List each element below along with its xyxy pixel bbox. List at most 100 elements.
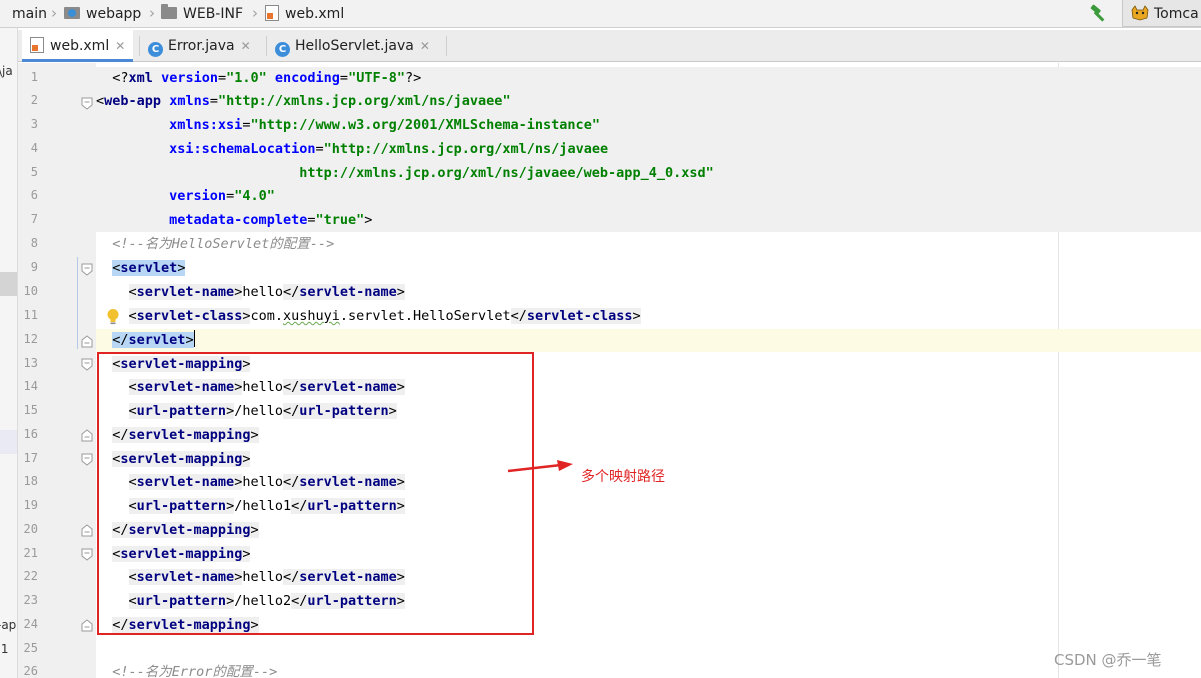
xml-bracket: </ <box>510 308 527 324</box>
xml-tag: servlet <box>128 332 186 348</box>
code-line-9[interactable]: <servlet> <box>96 257 186 280</box>
code-line-5[interactable]: http://xmlns.jcp.org/xml/ns/javaee/web-a… <box>96 162 714 185</box>
breadcrumb-separator: › <box>51 4 57 22</box>
breadcrumb-main[interactable]: main <box>12 3 47 25</box>
xml-tag: servlet-name <box>299 284 397 300</box>
fold-marker-icon[interactable] <box>81 97 93 110</box>
fold-marker-icon[interactable] <box>81 429 93 442</box>
project-tree-selection <box>0 272 17 296</box>
xml-tag: web-app <box>104 93 162 109</box>
code-line-11[interactable]: <servlet-class>com.xushuyi.servlet.Hello… <box>96 305 641 328</box>
xml-tag: servlet-class <box>136 308 243 324</box>
matched-tag-highlight: </servlet> <box>112 332 194 348</box>
annotation-arrow-icon <box>507 460 573 473</box>
close-icon[interactable]: ✕ <box>115 39 125 53</box>
xml-bracket: > <box>396 284 405 300</box>
xml-file-icon <box>265 5 279 21</box>
xml-pi-open: <? <box>112 70 129 86</box>
xml-bracket: < <box>96 93 105 109</box>
xml-value: "http://xmlns.jcp.org/xml/ns/javaee <box>323 141 609 157</box>
fold-marker-icon[interactable] <box>81 619 93 632</box>
code-line-26[interactable]: <!--名为Error的配置--> <box>96 661 277 678</box>
xml-open-tag: <servlet-class> <box>128 308 251 324</box>
xml-attribute: version <box>161 70 218 86</box>
fold-marker-icon[interactable] <box>81 358 93 371</box>
project-tree-fragment: \ja <box>0 64 13 78</box>
code-line-2[interactable]: <web-app xmlns="http://xmlns.jcp.org/xml… <box>96 90 511 113</box>
xml-bracket: </ <box>282 284 300 300</box>
xml-bracket: > <box>177 260 186 276</box>
xml-file-icon <box>30 37 44 53</box>
code-line-12[interactable]: </servlet> <box>96 329 195 352</box>
xml-attribute: version <box>169 188 227 204</box>
line-number: 25 <box>23 641 38 655</box>
xml-bracket: </ <box>112 332 129 348</box>
breadcrumb-web-inf[interactable]: WEB-INF <box>161 3 243 25</box>
xml-open-tag: <servlet-name> <box>128 284 243 300</box>
tab-label: web.xml <box>50 38 110 54</box>
xml-bracket: < <box>128 308 137 324</box>
project-tree-hover <box>0 430 17 454</box>
breadcrumb-web-xml[interactable]: web.xml <box>265 3 344 25</box>
code-line-10[interactable]: <servlet-name>hello</servlet-name> <box>96 281 405 304</box>
xml-tag: servlet-name <box>136 284 235 300</box>
annotation-label: 多个映射路径 <box>581 469 665 485</box>
navigation-bar: main › webapp › WEB-INF › web.xml Tomca <box>0 0 1201 28</box>
breadcrumb-label: WEB-INF <box>183 6 243 22</box>
matched-tag-highlight: <servlet> <box>112 260 186 276</box>
code-line-3[interactable]: xmlns:xsi="http://www.w3.org/2001/XMLSch… <box>96 114 600 137</box>
line-number: 4 <box>30 141 38 155</box>
line-number: 3 <box>30 117 38 131</box>
breadcrumb-webapp[interactable]: webapp <box>64 3 141 25</box>
run-configuration-selector[interactable]: Tomca <box>1122 0 1201 27</box>
line-number: 6 <box>30 188 38 202</box>
project-tree-fragment: .1 <box>0 642 9 656</box>
line-number: 18 <box>23 474 38 488</box>
editor-tab-bar: web.xml ✕ C Error.java ✕ C HelloServlet.java… <box>18 30 1201 62</box>
line-number: 1 <box>30 70 38 84</box>
project-tree-fragment: -ap <box>0 618 17 632</box>
line-number: 9 <box>30 260 38 274</box>
tab-helloservlet-java[interactable]: C HelloServlet.java ✕ <box>275 30 445 62</box>
xml-bracket: > <box>632 308 641 324</box>
code-line-4[interactable]: xsi:schemaLocation="http://xmlns.jcp.org… <box>96 138 608 161</box>
folder-icon <box>161 4 177 19</box>
close-icon[interactable]: ✕ <box>420 39 430 53</box>
code-line-7[interactable]: metadata-complete="true"> <box>96 209 372 232</box>
line-number: 5 <box>30 165 38 179</box>
xml-value: "http://xmlns.jcp.org/xml/ns/javaee" <box>217 93 511 109</box>
xml-bracket: > <box>185 332 194 348</box>
xml-close-tag: </servlet-name> <box>282 284 405 300</box>
tab-error-java[interactable]: C Error.java ✕ <box>148 30 260 62</box>
hammer-icon[interactable] <box>1088 4 1108 24</box>
fold-marker-icon[interactable] <box>81 453 93 466</box>
line-number: 2 <box>30 93 38 107</box>
code-line-1[interactable]: <?xml version="1.0" encoding="UTF-8"?> <box>96 67 421 90</box>
line-number: 11 <box>23 308 38 322</box>
tab-web-xml[interactable]: web.xml ✕ <box>22 30 133 62</box>
xml-attribute: encoding <box>274 70 340 86</box>
breadcrumb-label: webapp <box>86 6 142 22</box>
code-line-6[interactable]: version="4.0" <box>96 185 275 208</box>
xml-tag: servlet <box>120 260 178 276</box>
fold-marker-icon[interactable] <box>81 548 93 561</box>
spelling-warning-text: xushuyi <box>282 308 340 324</box>
current-line-highlight <box>96 329 1201 352</box>
xml-comment: <!--名为Error的配置--> <box>112 664 278 678</box>
code-line-8[interactable]: <!--名为HelloServlet的配置--> <box>96 233 334 256</box>
xml-bracket: > <box>364 212 373 228</box>
web-module-folder-icon <box>64 7 80 19</box>
text-caret <box>193 330 195 347</box>
line-number: 17 <box>23 451 38 465</box>
line-number: 24 <box>23 617 38 631</box>
breadcrumb-separator: › <box>252 4 258 22</box>
line-number: 23 <box>23 593 38 607</box>
line-number: 8 <box>30 236 38 250</box>
fold-marker-icon[interactable] <box>81 335 93 348</box>
close-icon[interactable]: ✕ <box>241 39 251 53</box>
xml-pi-close: ?> <box>404 70 422 86</box>
line-number: 20 <box>23 522 38 536</box>
fold-marker-icon[interactable] <box>81 524 93 537</box>
xml-tag: servlet-class <box>526 308 633 324</box>
fold-marker-icon[interactable] <box>81 263 93 276</box>
